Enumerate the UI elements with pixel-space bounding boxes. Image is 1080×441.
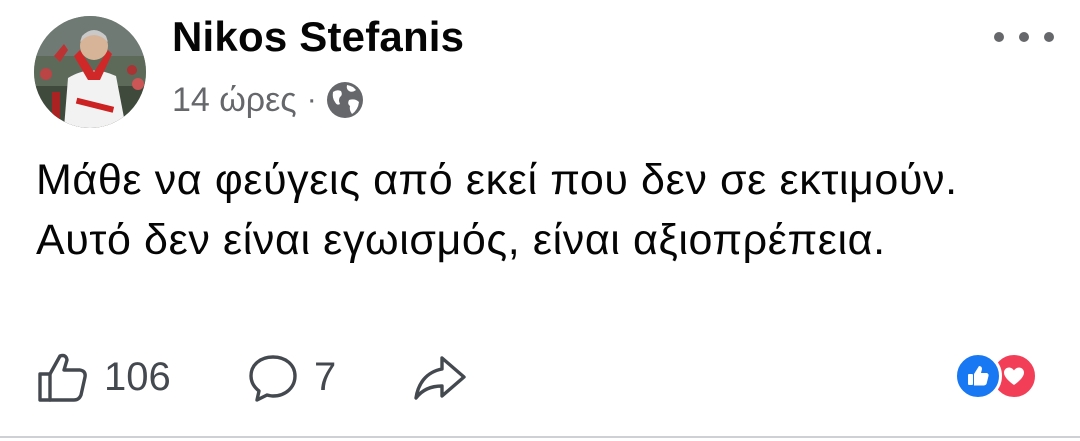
post-card: Nikos Stefanis 14 ώρες · Μάθε να φεύγεις… — [0, 0, 1080, 441]
post-meta: 14 ώρες · — [172, 78, 365, 122]
more-options-button[interactable] — [994, 26, 1054, 48]
post-text: Μάθε να φεύγεις από εκεί που δεν σε εκτι… — [36, 156, 958, 264]
like-count: 106 — [104, 354, 171, 399]
like-button[interactable]: 106 — [36, 340, 171, 414]
comment-bubble-icon — [249, 355, 297, 402]
more-dot — [1019, 32, 1029, 42]
share-arrow-icon — [414, 356, 466, 400]
more-horizontal-icon — [994, 32, 1004, 42]
reactions-summary[interactable] — [954, 352, 1050, 400]
meta-separator: · — [306, 83, 317, 116]
post-time[interactable]: 14 ώρες — [172, 81, 297, 120]
share-button[interactable] — [412, 340, 470, 414]
comment-count: 7 — [314, 354, 337, 399]
avatar-photo — [34, 16, 146, 128]
comment-button[interactable]: 7 — [246, 340, 336, 414]
like-reaction-icon — [954, 352, 1002, 400]
globe-icon[interactable] — [325, 80, 365, 120]
author-name[interactable]: Nikos Stefanis — [172, 12, 464, 62]
divider — [0, 436, 1080, 438]
author-avatar[interactable] — [34, 16, 146, 128]
thumbs-up-outline-icon — [38, 353, 87, 402]
more-dot — [1044, 32, 1054, 42]
post-actions-bar: 106 7 — [0, 340, 1080, 414]
